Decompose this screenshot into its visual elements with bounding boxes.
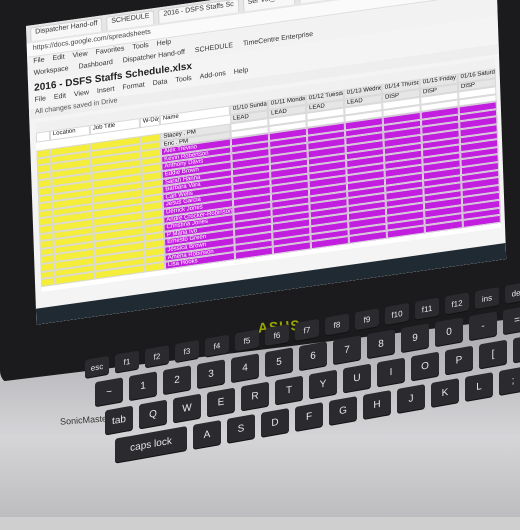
bookmark-1[interactable]: Dashboard xyxy=(78,59,113,74)
key-u[interactable]: U xyxy=(343,363,371,393)
key-ins[interactable]: ins xyxy=(475,287,499,310)
sheet-menu-item-7[interactable]: Add-ons xyxy=(200,70,226,81)
key-o[interactable]: O xyxy=(411,351,439,381)
key-f8[interactable]: f8 xyxy=(325,313,349,336)
key-;[interactable]: ; xyxy=(499,366,520,396)
key-9[interactable]: 9 xyxy=(401,323,429,353)
key-f3[interactable]: f3 xyxy=(175,339,199,363)
sheet-menu-item-8[interactable]: Help xyxy=(234,67,249,76)
key-t[interactable]: T xyxy=(275,375,303,405)
sheet-menu-item-1[interactable]: Edit xyxy=(54,92,66,101)
key-r[interactable]: R xyxy=(241,381,269,411)
key-[[interactable]: [ xyxy=(479,339,507,369)
key-1[interactable]: 1 xyxy=(129,371,157,401)
key-7[interactable]: 7 xyxy=(333,335,361,365)
key-l[interactable]: L xyxy=(465,372,493,401)
key-g[interactable]: G xyxy=(329,396,357,425)
laptop-screen: Dispatcher Hand-off SCHEDULE 2016 - DSFS S… xyxy=(26,0,507,325)
browser-menu-item-1[interactable]: Edit xyxy=(52,54,64,66)
key-y[interactable]: Y xyxy=(309,369,337,399)
key-~[interactable]: ~ xyxy=(95,377,123,407)
key-5[interactable]: 5 xyxy=(265,347,293,377)
key-f5[interactable]: f5 xyxy=(235,329,259,352)
sheet-menu-item-6[interactable]: Tools xyxy=(175,75,192,84)
key-f9[interactable]: f9 xyxy=(355,308,379,331)
sheet-menu-item-0[interactable]: File xyxy=(35,95,47,104)
key-esc[interactable]: esc xyxy=(85,355,109,378)
key-w[interactable]: W xyxy=(173,393,201,423)
key-a[interactable]: A xyxy=(193,420,221,449)
key-f4[interactable]: f4 xyxy=(205,334,229,357)
key-0[interactable]: 0 xyxy=(435,317,463,347)
key-del[interactable]: del xyxy=(505,281,520,304)
sheet-menu-item-4[interactable]: Format xyxy=(122,81,144,91)
header-cell[interactable] xyxy=(35,130,51,143)
sheet-menu-item-2[interactable]: View xyxy=(74,89,89,98)
key-f2[interactable]: f2 xyxy=(145,345,169,368)
key-tab[interactable]: tab xyxy=(105,405,133,435)
key-f[interactable]: F xyxy=(295,402,323,431)
key-][interactable]: ] xyxy=(513,333,520,363)
schedule-cell[interactable] xyxy=(144,261,166,273)
key-8[interactable]: 8 xyxy=(367,329,395,359)
key-f11[interactable]: f11 xyxy=(415,297,439,320)
key-q[interactable]: Q xyxy=(139,399,167,429)
key-f7[interactable]: f7 xyxy=(295,318,319,341)
key-=[interactable]: = xyxy=(503,305,520,335)
schedule-cell[interactable] xyxy=(40,277,56,287)
key-f1[interactable]: f1 xyxy=(115,350,139,373)
key-6[interactable]: 6 xyxy=(299,341,327,371)
key-k[interactable]: K xyxy=(431,378,459,407)
key-i[interactable]: I xyxy=(377,357,405,387)
key-caps-lock[interactable]: caps lock xyxy=(115,426,187,463)
key-3[interactable]: 3 xyxy=(197,359,225,389)
key-h[interactable]: H xyxy=(363,390,391,419)
sheet-menu-item-3[interactable]: Insert xyxy=(97,86,115,95)
key-f6[interactable]: f6 xyxy=(265,324,289,347)
sheet-menu-item-5[interactable]: Data xyxy=(153,78,168,87)
key-s[interactable]: S xyxy=(227,414,255,443)
key-2[interactable]: 2 xyxy=(163,365,191,395)
key-f12[interactable]: f12 xyxy=(445,292,469,315)
key-j[interactable]: J xyxy=(397,384,425,413)
key--[interactable]: - xyxy=(469,311,497,341)
header-cell[interactable]: W-Day xyxy=(139,115,161,129)
key-p[interactable]: P xyxy=(445,345,473,375)
key-4[interactable]: 4 xyxy=(231,353,259,383)
key-f10[interactable]: f10 xyxy=(385,302,409,326)
key-d[interactable]: D xyxy=(261,408,289,437)
key-e[interactable]: E xyxy=(207,387,235,417)
browser-menu-item-0[interactable]: File xyxy=(33,56,45,68)
